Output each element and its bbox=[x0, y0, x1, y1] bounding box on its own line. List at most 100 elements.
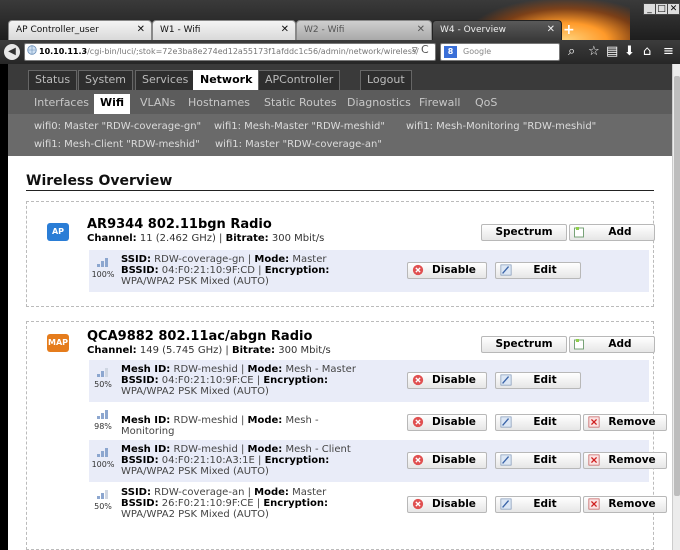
tab-label: AP Controller_user bbox=[16, 25, 99, 35]
signal-strength-icon bbox=[97, 258, 108, 267]
radio-name: AR9344 802.11bgn Radio bbox=[87, 217, 272, 232]
url-host: 10.10.11.3 bbox=[39, 47, 88, 56]
tab-label: W2 - Wifi bbox=[304, 25, 345, 35]
submenu-diagnostics[interactable]: Diagnostics bbox=[341, 94, 417, 114]
map-badge-icon: MAP bbox=[47, 334, 69, 352]
browser-tab[interactable]: AP Controller_user ✕ bbox=[8, 20, 152, 40]
remove-button[interactable]: Remove bbox=[583, 452, 667, 469]
network-info: SSID: RDW-coverage-an | Mode: Master BSS… bbox=[121, 487, 328, 520]
close-icon[interactable]: ✕ bbox=[137, 21, 145, 39]
edit-button[interactable]: Edit bbox=[495, 372, 581, 389]
signal-indicator: 100% bbox=[89, 446, 117, 469]
menu-tab-services[interactable]: Services bbox=[135, 70, 196, 90]
menu-tab-network[interactable]: Network bbox=[193, 70, 260, 90]
submenu-static-routes[interactable]: Static Routes bbox=[258, 94, 343, 114]
radio-section-ar9344: AP AR9344 802.11bgn Radio Channel: 11 (2… bbox=[26, 201, 655, 307]
bookmark-star-icon[interactable]: ☆ bbox=[588, 44, 600, 60]
interface-link[interactable]: wifi1: Mesh-Client "RDW-meshid" bbox=[34, 139, 200, 150]
disable-button[interactable]: Disable bbox=[407, 496, 487, 513]
network-row: 50% Mesh ID: RDW-meshid | Mode: Mesh - M… bbox=[89, 360, 649, 402]
disable-button[interactable]: Disable bbox=[407, 372, 487, 389]
radio-info: Channel: 149 (5.745 GHz) | Bitrate: 300 … bbox=[87, 345, 331, 356]
spectrum-button[interactable]: Spectrum bbox=[481, 224, 567, 241]
network-row: 100% Mesh ID: RDW-meshid | Mode: Mesh - … bbox=[89, 440, 667, 482]
search-engine-icon: 8 bbox=[444, 46, 457, 58]
url-bar[interactable]: 10.10.11.3/cgi-bin/luci/;stok=72e3ba8e27… bbox=[24, 43, 436, 61]
search-magnifier-icon[interactable]: ⌕ bbox=[568, 44, 575, 60]
disable-icon bbox=[412, 498, 424, 510]
disable-button[interactable]: Disable bbox=[407, 262, 487, 279]
submenu-firewall[interactable]: Firewall bbox=[413, 94, 466, 114]
back-arrow-icon[interactable]: ◀ bbox=[4, 44, 20, 60]
interface-link[interactable]: wifi1: Mesh-Monitoring "RDW-meshid" bbox=[406, 121, 596, 132]
radio-section-qca9882: MAP QCA9882 802.11ac/abgn Radio Channel:… bbox=[26, 321, 667, 550]
reload-icon[interactable]: ▿ C bbox=[412, 43, 429, 56]
radio-name: QCA9882 802.11ac/abgn Radio bbox=[87, 329, 313, 344]
window-close-icon[interactable]: ✕ bbox=[667, 3, 680, 15]
remove-icon bbox=[588, 454, 600, 466]
submenu-hostnames[interactable]: Hostnames bbox=[182, 94, 256, 114]
signal-strength-icon bbox=[97, 410, 108, 419]
signal-indicator: 50% bbox=[89, 366, 117, 389]
network-row: 98% Mesh ID: RDW-meshid | Mode: Mesh - M… bbox=[89, 402, 667, 440]
tab-label: W1 - Wifi bbox=[160, 25, 201, 35]
submenu-interfaces[interactable]: Interfaces bbox=[28, 94, 95, 114]
remove-button[interactable]: Remove bbox=[583, 496, 667, 513]
download-icon[interactable]: ⬇ bbox=[624, 44, 635, 60]
disable-button[interactable]: Disable bbox=[407, 414, 487, 431]
edit-icon bbox=[500, 454, 512, 466]
edit-icon bbox=[500, 264, 512, 276]
signal-percent: 50% bbox=[94, 502, 112, 511]
browser-tab-strip: AP Controller_user ✕ W1 - Wifi ✕ W2 - Wi… bbox=[0, 0, 680, 40]
edit-button[interactable]: Edit bbox=[495, 262, 581, 279]
interface-link[interactable]: wifi1: Master "RDW-coverage-an" bbox=[215, 139, 382, 150]
close-icon[interactable]: ✕ bbox=[417, 21, 425, 39]
network-info: Mesh ID: RDW-meshid | Mode: Mesh - Clien… bbox=[121, 444, 351, 477]
disable-button[interactable]: Disable bbox=[407, 452, 487, 469]
page-scrollbar[interactable] bbox=[672, 64, 680, 550]
page-title: Wireless Overview bbox=[26, 173, 173, 189]
webpage: Status System Services Network APControl… bbox=[8, 64, 672, 550]
close-icon[interactable]: ✕ bbox=[281, 21, 289, 39]
search-bar[interactable]: 8 Google bbox=[440, 43, 560, 61]
add-icon bbox=[574, 339, 584, 350]
add-network-button[interactable]: Add bbox=[569, 336, 655, 353]
edit-button[interactable]: Edit bbox=[495, 496, 581, 513]
new-tab-icon[interactable]: + bbox=[563, 22, 575, 38]
signal-strength-icon bbox=[97, 368, 108, 377]
title-divider bbox=[26, 190, 654, 191]
submenu-vlans[interactable]: VLANs bbox=[134, 94, 181, 114]
remove-button[interactable]: Remove bbox=[583, 414, 667, 431]
edit-icon bbox=[500, 498, 512, 510]
remove-icon bbox=[588, 416, 600, 428]
submenu-wifi[interactable]: Wifi bbox=[94, 94, 131, 114]
add-icon bbox=[574, 227, 584, 238]
menu-tab-apcontroller[interactable]: APController bbox=[258, 70, 341, 90]
network-info: Mesh ID: RDW-meshid | Mode: Mesh - Maste… bbox=[121, 364, 356, 397]
signal-indicator: 98% bbox=[89, 408, 117, 431]
spectrum-button[interactable]: Spectrum bbox=[481, 336, 567, 353]
add-network-button[interactable]: Add bbox=[569, 224, 655, 241]
menu-tab-logout[interactable]: Logout bbox=[360, 70, 412, 90]
scrollbar-thumb[interactable] bbox=[674, 76, 680, 496]
home-icon[interactable]: ⌂ bbox=[643, 44, 651, 60]
browser-tab[interactable]: W1 - Wifi ✕ bbox=[152, 20, 296, 40]
browser-tab[interactable]: W4 - Overview ✕ bbox=[432, 20, 562, 40]
edit-button[interactable]: Edit bbox=[495, 452, 581, 469]
menu-tab-system[interactable]: System bbox=[78, 70, 134, 90]
bookmarks-menu-icon[interactable]: ▤ bbox=[606, 44, 618, 60]
disable-icon bbox=[412, 374, 424, 386]
disable-icon bbox=[412, 264, 424, 276]
interface-link[interactable]: wifi0: Master "RDW-coverage-gn" bbox=[34, 121, 201, 132]
hamburger-menu-icon[interactable]: ≡ bbox=[663, 44, 674, 60]
submenu-qos[interactable]: QoS bbox=[469, 94, 503, 114]
interface-link[interactable]: wifi1: Mesh-Master "RDW-meshid" bbox=[214, 121, 385, 132]
radio-info: Channel: 11 (2.462 GHz) | Bitrate: 300 M… bbox=[87, 233, 325, 244]
disable-icon bbox=[412, 416, 424, 428]
signal-strength-icon bbox=[97, 490, 108, 499]
close-icon[interactable]: ✕ bbox=[547, 21, 555, 39]
edit-icon bbox=[500, 374, 512, 386]
menu-tab-status[interactable]: Status bbox=[28, 70, 78, 90]
edit-button[interactable]: Edit bbox=[495, 414, 581, 431]
browser-tab-active[interactable]: W2 - Wifi ✕ bbox=[296, 20, 432, 40]
